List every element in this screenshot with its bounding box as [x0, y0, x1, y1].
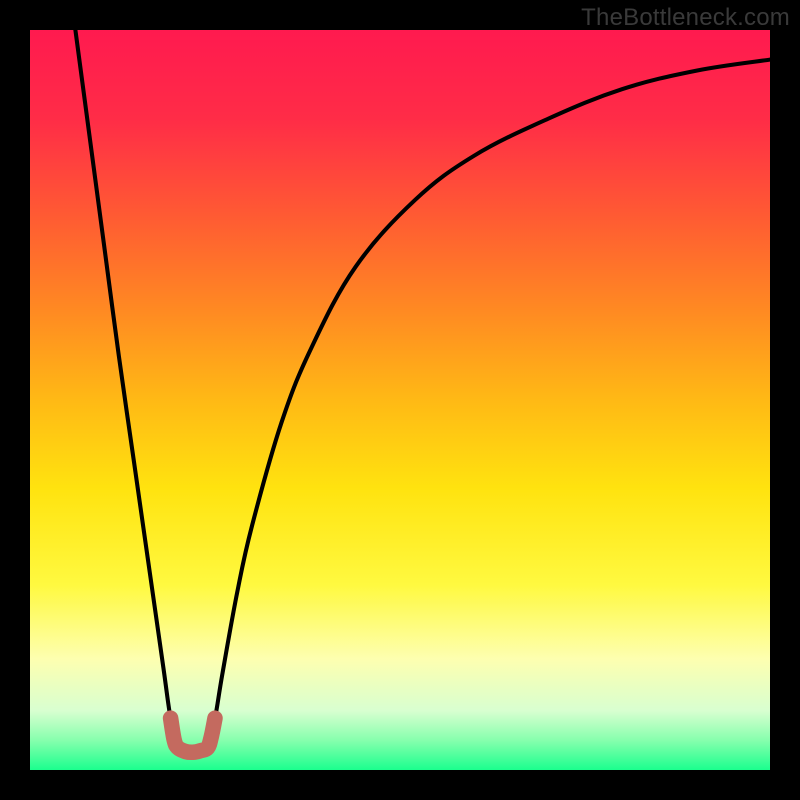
bottleneck-curve-chart: [30, 30, 770, 770]
chart-container: TheBottleneck.com: [0, 0, 800, 800]
watermark-text: TheBottleneck.com: [581, 4, 790, 32]
gradient-background: [30, 30, 770, 770]
